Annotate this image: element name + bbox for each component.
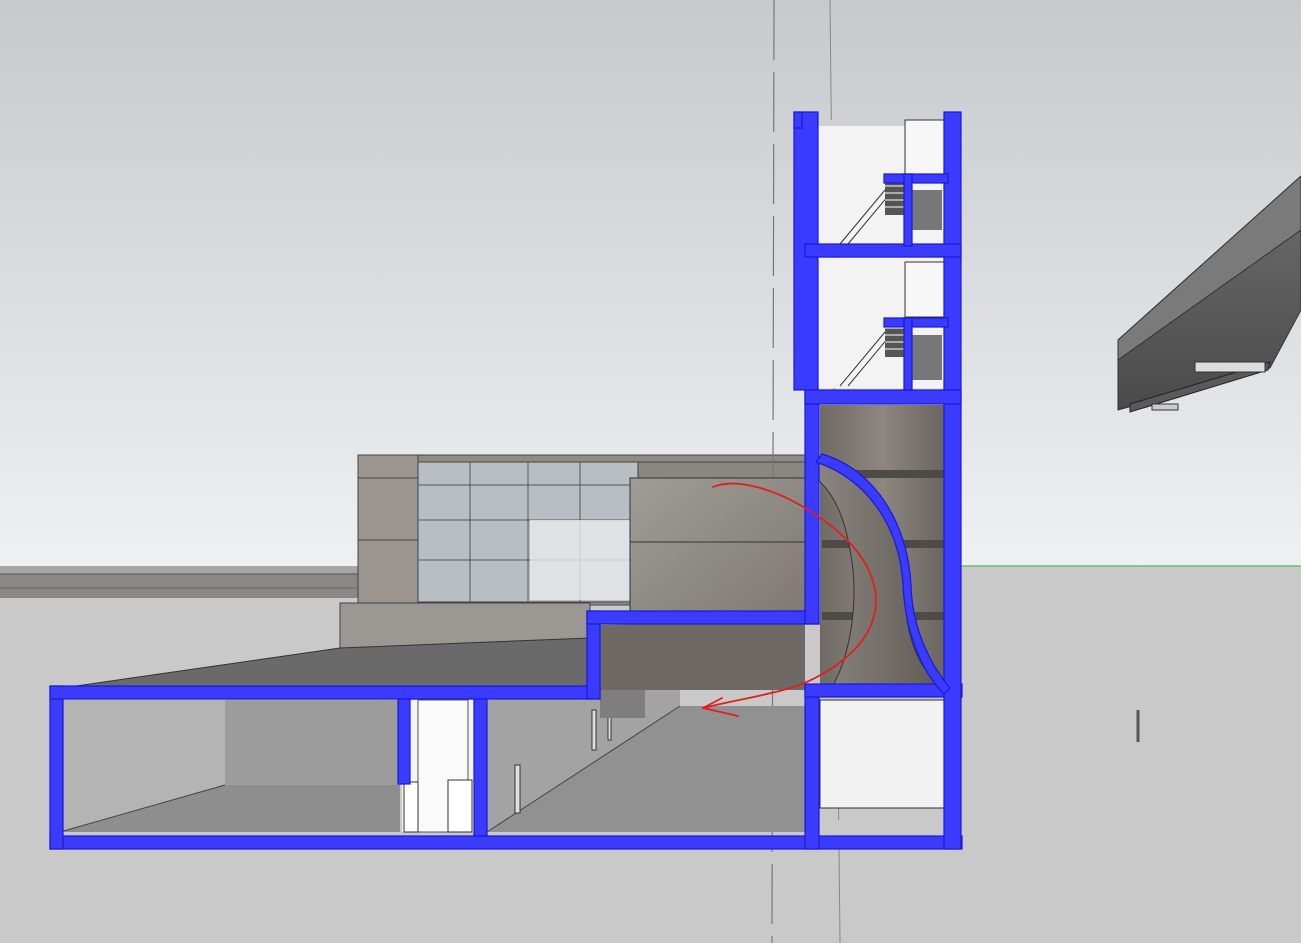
scene-canvas[interactable] (0, 0, 1301, 943)
distant-wall (0, 566, 360, 598)
3d-viewport[interactable] (0, 0, 1301, 943)
